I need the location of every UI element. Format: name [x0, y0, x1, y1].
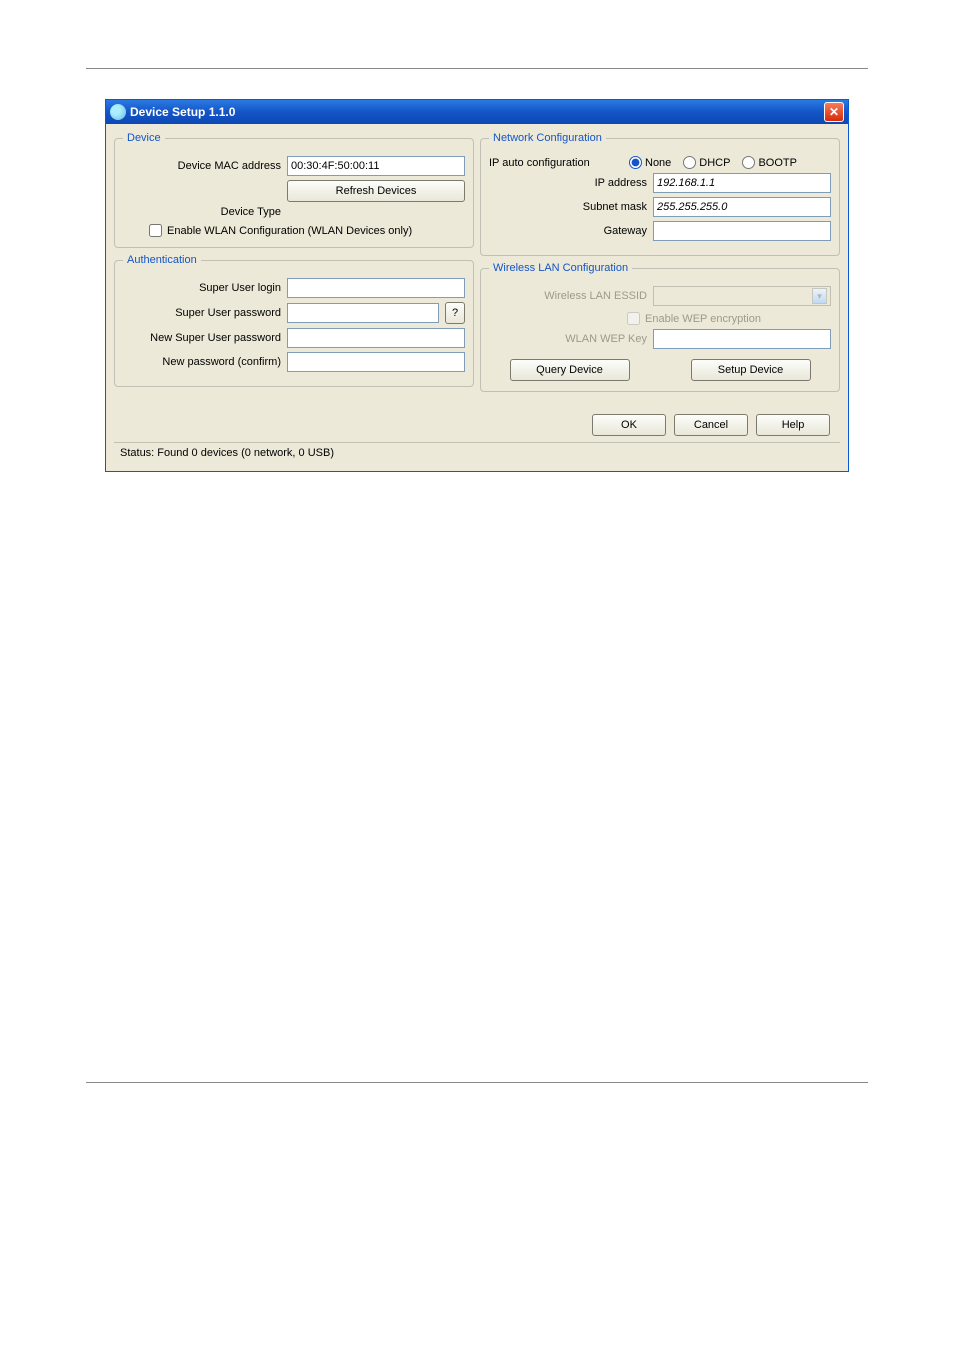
network-legend: Network Configuration [489, 132, 606, 144]
chevron-down-icon: ▾ [812, 288, 827, 304]
wlan-legend: Wireless LAN Configuration [489, 262, 632, 274]
radio-bootp[interactable] [742, 156, 755, 169]
ip-label: IP address [489, 177, 647, 189]
app-icon [110, 104, 126, 120]
enable-wlan-label: Enable WLAN Configuration (WLAN Devices … [167, 225, 412, 237]
auth-group: Authentication Super User login Super Us… [114, 254, 474, 387]
refresh-devices-button[interactable]: Refresh Devices [287, 180, 465, 202]
su-pass-input[interactable] [287, 303, 439, 323]
spacer [123, 185, 281, 197]
device-legend: Device [123, 132, 165, 144]
page-divider [86, 68, 868, 69]
mac-label: Device MAC address [123, 160, 281, 172]
dialog-buttons: OK Cancel Help [114, 408, 840, 436]
cancel-button[interactable]: Cancel [674, 414, 748, 436]
subnet-label: Subnet mask [489, 201, 647, 213]
titlebar[interactable]: Device Setup 1.1.0 ✕ [106, 100, 848, 124]
network-group: Network Configuration IP auto configurat… [480, 132, 840, 256]
radio-dhcp[interactable] [683, 156, 696, 169]
radio-bootp-wrap[interactable]: BOOTP [742, 156, 797, 169]
gateway-label: Gateway [489, 225, 647, 237]
radio-none[interactable] [629, 156, 642, 169]
wlan-group: Wireless LAN Configuration Wireless LAN … [480, 262, 840, 392]
su-login-input[interactable] [287, 278, 465, 298]
auth-legend: Authentication [123, 254, 201, 266]
setup-device-button[interactable]: Setup Device [691, 359, 811, 381]
ipauto-label: IP auto configuration [489, 157, 617, 169]
gateway-input[interactable] [653, 221, 831, 241]
dialog-content: Device Device MAC address 00:30:4F:50:00… [106, 124, 848, 471]
su-login-label: Super User login [123, 282, 281, 294]
new-pass-label: New Super User password [123, 332, 281, 344]
dialog-window: Device Setup 1.1.0 ✕ Device Device MAC a… [105, 99, 849, 472]
su-pass-label: Super User password [123, 307, 281, 319]
radio-none-wrap[interactable]: None [629, 156, 671, 169]
radio-dhcp-wrap[interactable]: DHCP [683, 156, 730, 169]
confirm-pass-label: New password (confirm) [123, 356, 281, 368]
ok-button[interactable]: OK [592, 414, 666, 436]
confirm-pass-input[interactable] [287, 352, 465, 372]
wepkey-input [653, 329, 831, 349]
enable-wep-label: Enable WEP encryption [645, 313, 761, 325]
subnet-input[interactable] [653, 197, 831, 217]
enable-wep-checkbox [627, 312, 640, 325]
password-help-button[interactable]: ? [445, 302, 465, 324]
help-button[interactable]: Help [756, 414, 830, 436]
essid-combo: ▾ [653, 286, 831, 306]
window-title: Device Setup 1.1.0 [130, 105, 235, 119]
new-pass-input[interactable] [287, 328, 465, 348]
status-bar: Status: Found 0 devices (0 network, 0 US… [114, 442, 840, 463]
enable-wlan-checkbox[interactable] [149, 224, 162, 237]
device-type-label: Device Type [123, 206, 281, 218]
mac-value: 00:30:4F:50:00:11 [291, 160, 379, 172]
close-button[interactable]: ✕ [824, 102, 844, 122]
essid-label: Wireless LAN ESSID [489, 290, 647, 302]
page-footer-divider [86, 1082, 868, 1083]
query-device-button[interactable]: Query Device [510, 359, 630, 381]
mac-combo[interactable]: 00:30:4F:50:00:11 ▾ [287, 156, 465, 176]
ip-input[interactable] [653, 173, 831, 193]
device-group: Device Device MAC address 00:30:4F:50:00… [114, 132, 474, 248]
close-icon: ✕ [829, 105, 839, 119]
wepkey-label: WLAN WEP Key [489, 333, 647, 345]
